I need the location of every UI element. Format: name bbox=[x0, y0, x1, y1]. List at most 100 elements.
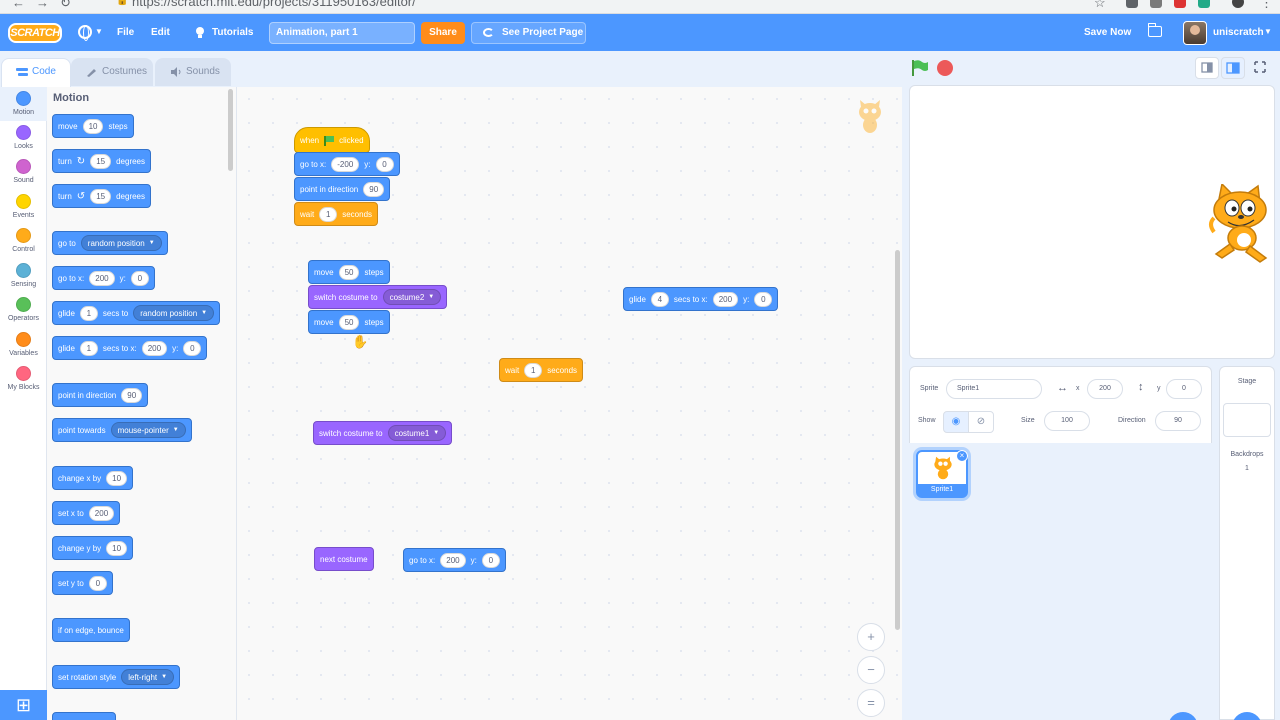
block-input[interactable]: 1 bbox=[319, 206, 338, 222]
extension-icon[interactable] bbox=[1198, 0, 1210, 8]
palette-scrollbar[interactable] bbox=[228, 89, 233, 171]
zoom-reset-button[interactable]: = bbox=[857, 689, 885, 717]
palette-block-set-x[interactable]: set x to 200 bbox=[52, 501, 121, 525]
block-input[interactable]: 0 bbox=[481, 552, 500, 568]
block-input[interactable]: 0 bbox=[754, 291, 773, 307]
block-input[interactable]: 0 bbox=[183, 340, 202, 356]
block-input[interactable]: 50 bbox=[338, 264, 360, 280]
block-input[interactable]: 4 bbox=[650, 291, 669, 307]
palette-block-set-y[interactable]: set y to 0 bbox=[52, 571, 113, 595]
block-input[interactable]: 200 bbox=[141, 340, 168, 356]
block-input[interactable]: 0 bbox=[130, 270, 149, 286]
block-input[interactable]: 15 bbox=[90, 153, 112, 169]
block-input[interactable]: 10 bbox=[106, 470, 128, 486]
move-steps-block[interactable]: move 50 steps bbox=[308, 310, 390, 334]
size-input[interactable]: 100 bbox=[1044, 411, 1090, 431]
my-stuff-folder-icon[interactable] bbox=[1148, 23, 1162, 37]
move-steps-block[interactable]: move 50 steps bbox=[308, 260, 390, 284]
stage-thumbnail[interactable] bbox=[1223, 403, 1271, 437]
tab-costumes[interactable]: Costumes bbox=[71, 58, 153, 86]
back-icon[interactable]: ← bbox=[12, 0, 25, 10]
switch-costume-block[interactable]: switch costume to costume1 ▼ bbox=[313, 421, 453, 445]
block-input[interactable]: 1 bbox=[524, 362, 543, 378]
username[interactable]: uniscratch bbox=[1213, 14, 1264, 51]
glide-xy-block[interactable]: glide 4 secs to x: 200 y: 0 bbox=[623, 287, 779, 311]
palette-block-move[interactable]: move 10 steps bbox=[52, 114, 134, 138]
show-hidden-button[interactable]: ⊘ bbox=[968, 411, 994, 433]
category-control[interactable]: Control bbox=[0, 225, 47, 253]
x-position-input[interactable]: 200 bbox=[1087, 379, 1123, 399]
stop-button[interactable] bbox=[937, 60, 953, 76]
block-input[interactable]: 1 bbox=[79, 305, 98, 321]
block-input[interactable]: 0 bbox=[88, 575, 107, 591]
block-input[interactable]: 200 bbox=[89, 270, 115, 286]
small-stage-button[interactable] bbox=[1195, 57, 1219, 79]
block-dropdown[interactable]: random position ▼ bbox=[80, 235, 162, 251]
project-title-input[interactable]: Animation, part 1 bbox=[269, 22, 415, 44]
block-input[interactable]: 200 bbox=[712, 291, 739, 307]
palette-block-change-y[interactable]: change y by 10 bbox=[52, 536, 134, 560]
point-in-direction-block[interactable]: point in direction 90 bbox=[294, 177, 391, 201]
when-flag-clicked-block[interactable]: when clicked bbox=[294, 127, 370, 153]
block-input[interactable]: 0 bbox=[375, 156, 394, 172]
extension-icon[interactable] bbox=[1126, 0, 1138, 8]
wait-block[interactable]: wait 1 seconds bbox=[499, 358, 584, 382]
palette-block-turn-right[interactable]: turn ↻ 15 degrees bbox=[52, 149, 152, 173]
direction-input[interactable]: 90 bbox=[1155, 411, 1201, 431]
share-button[interactable]: Share bbox=[421, 22, 465, 44]
sprite-name-input[interactable]: Sprite1 bbox=[946, 379, 1042, 399]
category-variables[interactable]: Variables bbox=[0, 329, 47, 357]
y-position-input[interactable]: 0 bbox=[1166, 379, 1202, 399]
add-extension-button[interactable]: ⊞ bbox=[0, 690, 47, 720]
go-to-xy-block[interactable]: go to x: 200 y: 0 bbox=[403, 548, 506, 572]
tutorials-bulb-icon[interactable] bbox=[194, 25, 206, 39]
sprite-thumbnail[interactable]: × Sprite1 bbox=[916, 450, 968, 498]
block-input[interactable]: 10 bbox=[82, 118, 104, 134]
block-dropdown[interactable]: costume1 ▼ bbox=[387, 425, 447, 441]
go-to-xy-block[interactable]: go to x: -200 y: 0 bbox=[294, 152, 400, 176]
switch-costume-block[interactable]: switch costume to costume2 ▼ bbox=[308, 285, 448, 309]
profile-icon[interactable] bbox=[1232, 0, 1244, 8]
palette-block-go-to[interactable]: go to random position ▼ bbox=[52, 231, 168, 255]
scratch-cat-sprite[interactable] bbox=[1208, 184, 1275, 264]
category-motion[interactable]: Motion bbox=[0, 87, 47, 121]
palette-block-bounce[interactable]: if on edge, bounce bbox=[52, 618, 130, 642]
extension-icon[interactable] bbox=[1174, 0, 1186, 8]
tutorials-menu[interactable]: Tutorials bbox=[212, 14, 253, 51]
address-bar[interactable]: https://scratch.mit.edu/projects/3119501… bbox=[132, 0, 416, 9]
extension-icon[interactable] bbox=[1150, 0, 1162, 8]
block-input[interactable]: 90 bbox=[121, 387, 143, 403]
palette-block-partial[interactable] bbox=[52, 712, 116, 720]
chevron-down-icon[interactable]: ▼ bbox=[95, 27, 103, 36]
block-dropdown[interactable]: mouse-pointer ▼ bbox=[110, 422, 186, 438]
bookmark-star-icon[interactable]: ☆ bbox=[1094, 0, 1106, 11]
category-events[interactable]: Events bbox=[0, 191, 47, 219]
block-input[interactable]: 200 bbox=[440, 552, 466, 568]
palette-block-turn-left[interactable]: turn ↺ 15 degrees bbox=[52, 184, 152, 208]
palette-block-glide-to[interactable]: glide 1 secs to random position ▼ bbox=[52, 301, 221, 325]
palette-block-go-to-xy[interactable]: go to x: 200 y: 0 bbox=[52, 266, 155, 290]
avatar[interactable] bbox=[1183, 21, 1207, 45]
tab-code[interactable]: Code bbox=[1, 58, 71, 88]
block-dropdown[interactable]: costume2 ▼ bbox=[382, 289, 442, 305]
palette-block-rotation-style[interactable]: set rotation style left-right ▼ bbox=[52, 665, 181, 689]
tab-sounds[interactable]: Sounds bbox=[155, 58, 231, 86]
zoom-out-button[interactable]: − bbox=[857, 656, 885, 684]
zoom-in-button[interactable]: + bbox=[857, 623, 885, 651]
block-input[interactable]: 200 bbox=[88, 505, 115, 521]
block-dropdown[interactable]: left-right ▼ bbox=[121, 669, 175, 685]
delete-sprite-icon[interactable]: × bbox=[956, 450, 968, 462]
language-globe-icon[interactable] bbox=[78, 25, 92, 41]
workspace-scrollbar[interactable] bbox=[895, 250, 900, 630]
next-costume-block[interactable]: next costume bbox=[314, 547, 374, 571]
file-menu[interactable]: File bbox=[117, 14, 134, 51]
block-input[interactable]: -200 bbox=[331, 156, 360, 172]
category-operators[interactable]: Operators bbox=[0, 294, 47, 322]
category-looks[interactable]: Looks bbox=[0, 122, 47, 150]
block-input[interactable]: 1 bbox=[79, 340, 98, 356]
see-project-page-button[interactable]: See Project Page bbox=[471, 22, 586, 44]
chevron-down-icon[interactable]: ▼ bbox=[1264, 27, 1272, 36]
normal-stage-button[interactable] bbox=[1221, 57, 1245, 79]
stage-canvas[interactable] bbox=[909, 85, 1275, 359]
edit-menu[interactable]: Edit bbox=[151, 14, 170, 51]
